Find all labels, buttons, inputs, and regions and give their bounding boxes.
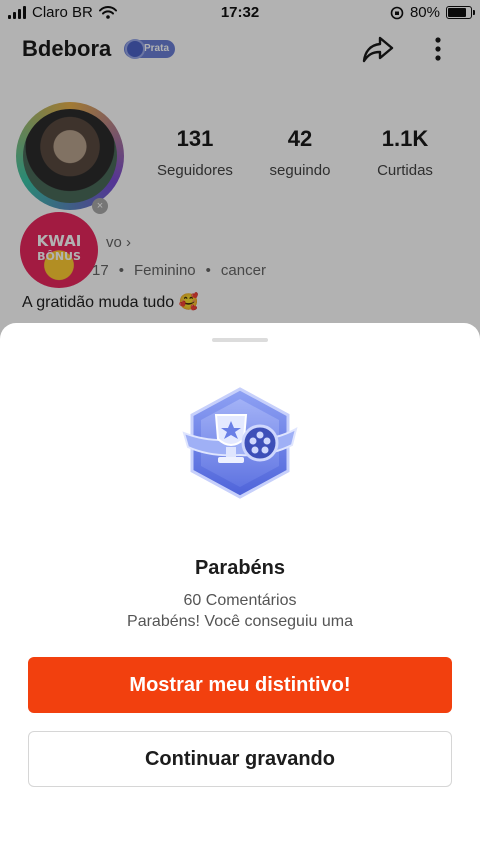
show-badge-button[interactable]: Mostrar meu distintivo! <box>28 657 452 713</box>
sheet-handle[interactable] <box>212 338 268 342</box>
sheet-title: Parabéns <box>194 557 286 579</box>
achievement-count: 60 Comentários <box>183 592 297 609</box>
achievement-sheet: Parabéns 60 Comentários Parabéns! Você c… <box>0 323 480 854</box>
achievement-message: Parabéns! Você conseguiu uma <box>127 613 353 630</box>
trophy-film-badge-icon <box>182 387 298 499</box>
continue-recording-button[interactable]: Continuar gravando <box>28 731 452 787</box>
